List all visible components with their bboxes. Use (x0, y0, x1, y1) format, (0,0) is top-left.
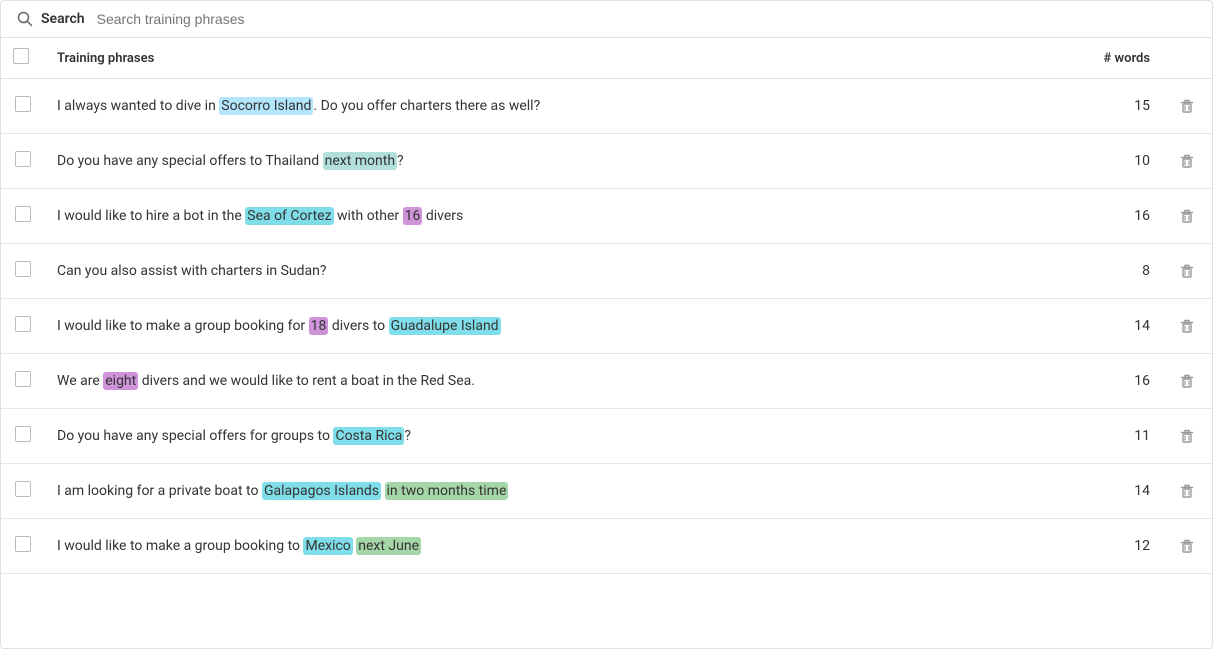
search-bar: Search (1, 1, 1212, 38)
header-words: # words (1062, 38, 1162, 79)
words-count: 8 (1062, 244, 1162, 299)
row-checkbox[interactable] (15, 426, 31, 442)
delete-button[interactable] (1174, 93, 1200, 119)
action-cell (1162, 519, 1212, 574)
row-checkbox[interactable] (15, 316, 31, 332)
highlight-span: Guadalupe Island (389, 317, 501, 335)
action-cell (1162, 79, 1212, 134)
row-checkbox[interactable] (15, 536, 31, 552)
training-phrases-table: Training phrases # words I always wanted… (1, 38, 1212, 574)
words-count: 14 (1062, 464, 1162, 519)
table-row: I am looking for a private boat to Galap… (1, 464, 1212, 519)
highlight-span: Sea of Cortez (245, 207, 333, 225)
row-checkbox-cell (1, 354, 45, 409)
row-checkbox[interactable] (15, 206, 31, 222)
delete-button[interactable] (1174, 203, 1200, 229)
delete-button[interactable] (1174, 148, 1200, 174)
phrase-cell: I would like to make a group booking for… (45, 299, 1062, 354)
words-count: 16 (1062, 189, 1162, 244)
table-row: I would like to make a group booking to … (1, 519, 1212, 574)
action-cell (1162, 134, 1212, 189)
highlight-span: next June (356, 537, 421, 555)
table-row: I would like to make a group booking for… (1, 299, 1212, 354)
action-cell (1162, 299, 1212, 354)
highlight-span: 18 (309, 317, 329, 335)
phrase-cell: I would like to make a group booking to … (45, 519, 1062, 574)
phrase-text: Do you have any special offers for group… (57, 427, 411, 445)
words-count: 16 (1062, 354, 1162, 409)
table-row: Do you have any special offers to Thaila… (1, 134, 1212, 189)
header-action (1162, 38, 1212, 79)
phrase-cell: I always wanted to dive in Socorro Islan… (45, 79, 1062, 134)
phrase-text: I would like to make a group booking for… (57, 317, 501, 335)
row-checkbox-cell (1, 299, 45, 354)
main-container: Search Training phrases # words I always… (0, 0, 1213, 649)
phrase-text: Can you also assist with charters in Sud… (57, 263, 326, 279)
row-checkbox-cell (1, 464, 45, 519)
row-checkbox[interactable] (15, 261, 31, 277)
row-checkbox-cell (1, 134, 45, 189)
delete-button[interactable] (1174, 478, 1200, 504)
row-checkbox[interactable] (15, 481, 31, 497)
highlight-span: Costa Rica (333, 427, 404, 445)
row-checkbox[interactable] (15, 96, 31, 112)
row-checkbox-cell (1, 79, 45, 134)
search-label: Search (41, 11, 85, 27)
phrase-text: I would like to make a group booking to … (57, 537, 421, 555)
table-row: I would like to hire a bot in the Sea of… (1, 189, 1212, 244)
phrase-cell: Can you also assist with charters in Sud… (45, 244, 1062, 299)
action-cell (1162, 464, 1212, 519)
phrase-text: Do you have any special offers to Thaila… (57, 152, 404, 170)
highlight-span: eight (103, 372, 138, 390)
search-input[interactable] (97, 11, 1196, 27)
delete-button[interactable] (1174, 368, 1200, 394)
row-checkbox[interactable] (15, 371, 31, 387)
phrase-cell: We are eight divers and we would like to… (45, 354, 1062, 409)
words-count: 15 (1062, 79, 1162, 134)
highlight-span: 16 (403, 207, 423, 225)
highlight-span: in two months time (385, 482, 509, 500)
search-icon (17, 11, 33, 27)
phrase-text: We are eight divers and we would like to… (57, 372, 475, 390)
words-count: 14 (1062, 299, 1162, 354)
highlight-span: Galapagos Islands (262, 482, 381, 500)
header-checkbox-col (1, 38, 45, 79)
action-cell (1162, 189, 1212, 244)
highlight-span: Mexico (303, 537, 352, 555)
phrase-cell: I would like to hire a bot in the Sea of… (45, 189, 1062, 244)
highlight-span: Socorro Island (219, 97, 313, 115)
select-all-checkbox[interactable] (13, 48, 29, 64)
table-row: Do you have any special offers for group… (1, 409, 1212, 464)
phrase-cell: I am looking for a private boat to Galap… (45, 464, 1062, 519)
action-cell (1162, 244, 1212, 299)
action-cell (1162, 354, 1212, 409)
row-checkbox-cell (1, 519, 45, 574)
words-count: 12 (1062, 519, 1162, 574)
row-checkbox-cell (1, 189, 45, 244)
phrase-text: I would like to hire a bot in the Sea of… (57, 207, 463, 225)
header-phrases: Training phrases (45, 38, 1062, 79)
delete-button[interactable] (1174, 313, 1200, 339)
delete-button[interactable] (1174, 423, 1200, 449)
row-checkbox[interactable] (15, 151, 31, 167)
words-count: 11 (1062, 409, 1162, 464)
phrase-text: I am looking for a private boat to Galap… (57, 482, 508, 500)
table-row: We are eight divers and we would like to… (1, 354, 1212, 409)
row-checkbox-cell (1, 244, 45, 299)
highlight-span: next month (323, 152, 397, 170)
table-row: I always wanted to dive in Socorro Islan… (1, 79, 1212, 134)
words-count: 10 (1062, 134, 1162, 189)
action-cell (1162, 409, 1212, 464)
table-row: Can you also assist with charters in Sud… (1, 244, 1212, 299)
phrase-cell: Do you have any special offers for group… (45, 409, 1062, 464)
phrase-text: I always wanted to dive in Socorro Islan… (57, 97, 540, 115)
delete-button[interactable] (1174, 533, 1200, 559)
row-checkbox-cell (1, 409, 45, 464)
delete-button[interactable] (1174, 258, 1200, 284)
phrase-cell: Do you have any special offers to Thaila… (45, 134, 1062, 189)
